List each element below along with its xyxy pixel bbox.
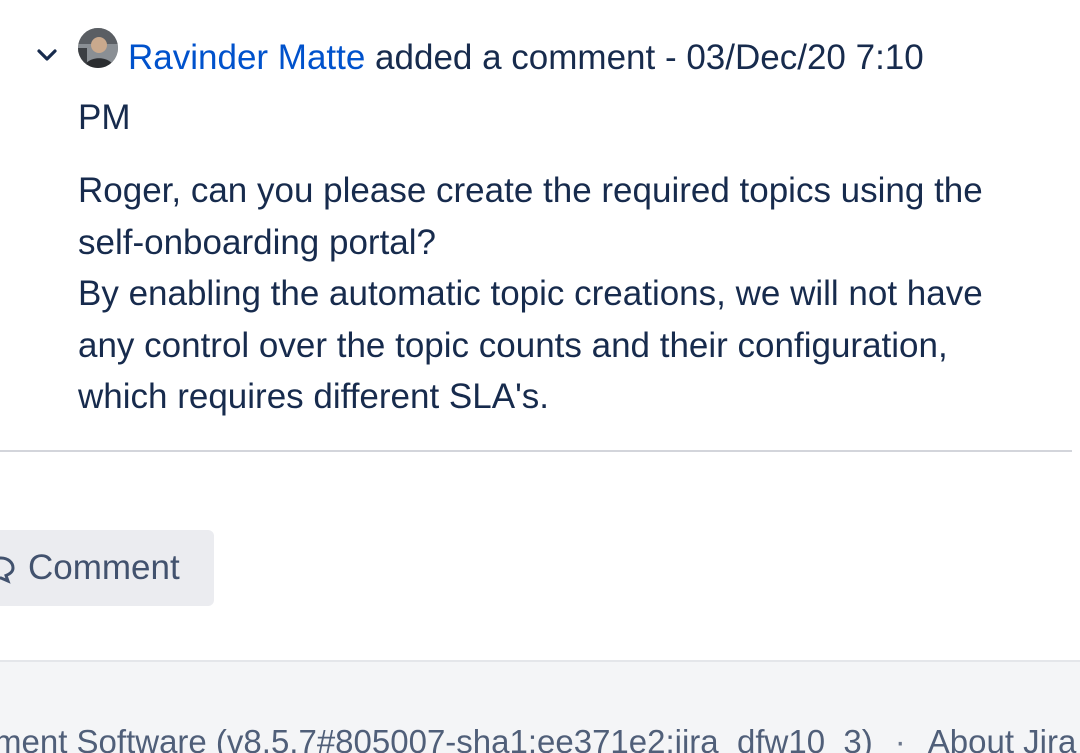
comment-paragraph: Roger, can you please create the require…	[78, 171, 983, 262]
comment-button[interactable]: Comment	[0, 530, 214, 606]
comment-icon	[0, 554, 16, 584]
footer-separator: ·	[894, 723, 906, 753]
comment-paragraph: By enabling the automatic topic creation…	[78, 274, 983, 416]
comment-button-label: Comment	[28, 548, 180, 587]
about-jira-link[interactable]: About Jira	[928, 723, 1077, 753]
footer-links: ment Software (v8.5.7#805007-sha1:ee371e…	[0, 720, 1080, 753]
comment-meta: Ravinder Matte added a comment - 03/Dec/…	[78, 28, 978, 148]
issue-page: Ravinder Matte added a comment - 03/Dec/…	[0, 0, 1080, 753]
chevron-down-icon[interactable]	[34, 42, 60, 68]
comment-author-link[interactable]: Ravinder Matte	[128, 38, 365, 77]
footer-separator: ·	[1076, 720, 1080, 753]
comment-body: Roger, can you please create the require…	[78, 165, 1038, 423]
divider	[0, 450, 1072, 452]
version-text: (v8.5.7#805007-sha1:ee371e2:jira_dfw10_3…	[206, 723, 873, 753]
software-link[interactable]: ment Software	[0, 723, 207, 753]
footer: ment Software (v8.5.7#805007-sha1:ee371e…	[0, 660, 1080, 753]
